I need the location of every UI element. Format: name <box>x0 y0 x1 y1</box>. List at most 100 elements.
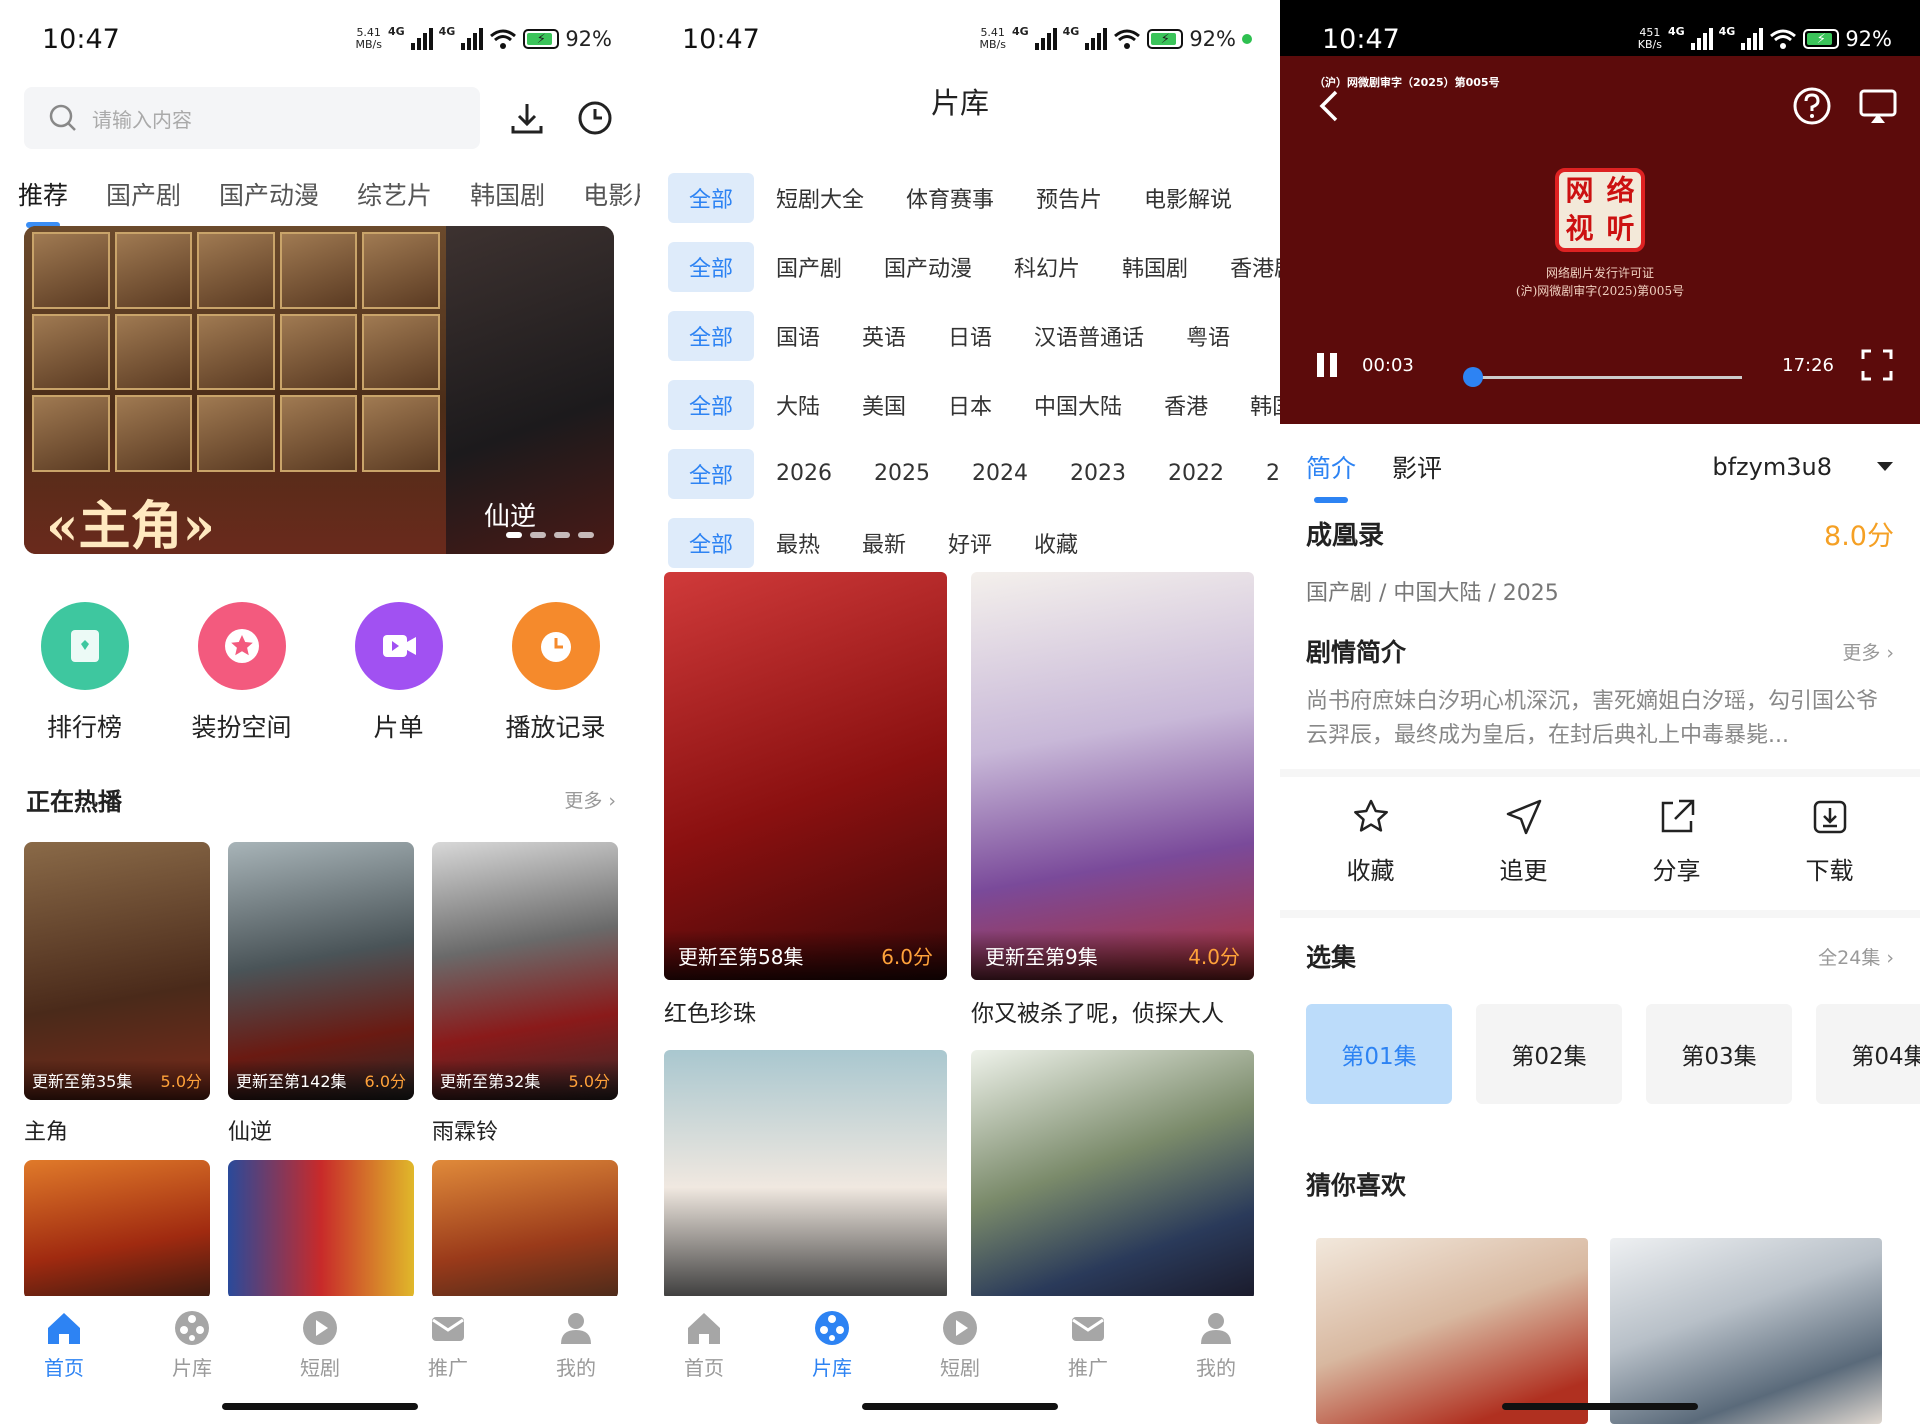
quick-playlist[interactable]: 片单 <box>324 602 474 744</box>
filter-option[interactable]: 中国大陆 <box>1034 389 1122 421</box>
back-icon[interactable] <box>1316 88 1342 124</box>
filter-option[interactable]: 2023 <box>1070 461 1126 486</box>
tab-domestic-anime[interactable]: 国产动漫 <box>219 176 319 212</box>
download-button[interactable] <box>506 97 548 139</box>
recommend-poster[interactable] <box>1610 1238 1882 1424</box>
history-button[interactable] <box>574 97 616 139</box>
filter-option[interactable]: 汉语普通话 <box>1034 320 1144 352</box>
filter-all[interactable]: 全部 <box>668 241 754 292</box>
poster-card[interactable] <box>664 1050 947 1300</box>
filter-option[interactable]: 粤语 <box>1186 320 1230 352</box>
poster-card[interactable]: 更新至第32集 5.0分 雨霖铃 <box>432 842 618 1146</box>
follow-button[interactable]: 追更 <box>1464 797 1584 886</box>
poster-card[interactable] <box>24 1160 210 1300</box>
tab-variety[interactable]: 综艺片 <box>357 176 432 212</box>
filter-all[interactable]: 全部 <box>668 448 754 499</box>
poster-card[interactable]: 更新至第58集 6.0分 红色珍珠 <box>664 572 947 1028</box>
banner-next-image[interactable]: 仙逆 <box>446 226 614 554</box>
pause-icon[interactable] <box>1314 350 1340 380</box>
download-button[interactable]: 下载 <box>1770 797 1890 886</box>
page-title: 片库 <box>930 86 989 120</box>
episodes-all-link[interactable]: 全24集 › <box>1818 943 1894 970</box>
help-icon[interactable] <box>1792 86 1832 126</box>
filter-option[interactable]: 预告片 <box>1036 182 1102 214</box>
filter-option[interactable]: 香港 <box>1164 389 1208 421</box>
episode-button[interactable]: 第03集 <box>1646 1004 1792 1104</box>
film-reel-icon <box>815 1311 849 1345</box>
hot-section-title: 正在热播 <box>26 788 122 816</box>
filter-option[interactable]: 国产动漫 <box>884 251 972 283</box>
filter-all[interactable]: 全部 <box>668 310 754 361</box>
filter-option[interactable]: 美国 <box>862 389 906 421</box>
filter-option[interactable]: 最新 <box>862 527 906 559</box>
filter-option[interactable]: 英语 <box>862 320 906 352</box>
quick-history[interactable]: 播放记录 <box>481 602 631 744</box>
status-time: 10:47 <box>682 23 760 55</box>
tab-reviews[interactable]: 影评 <box>1392 449 1442 485</box>
filter-option[interactable]: 电影解说 <box>1144 182 1232 214</box>
filter-all[interactable]: 全部 <box>668 517 754 568</box>
filter-row-region: 全部 大陆 美国 日本 中国大陆 香港 韩国 <box>668 370 1280 439</box>
poster-caption: 更新至第35集 5.0分 <box>24 1060 210 1100</box>
filter-option[interactable]: 收藏 <box>1034 527 1078 559</box>
nav-home[interactable]: 首页 <box>654 1308 754 1424</box>
nav-home[interactable]: 首页 <box>14 1308 114 1424</box>
poster-card[interactable]: 更新至第35集 5.0分 主角 <box>24 842 210 1146</box>
hot-more-link[interactable]: 更多 › <box>564 786 616 813</box>
nav-me[interactable]: 我的 <box>1166 1308 1266 1424</box>
filter-option[interactable]: 日本 <box>948 389 992 421</box>
poster-card[interactable]: 更新至第9集 4.0分 你又被杀了呢，侦探大人 <box>971 572 1254 1028</box>
banner-image[interactable]: «主角» <box>24 226 446 554</box>
filter-option[interactable]: 2024 <box>972 461 1028 486</box>
poster-card[interactable]: 更新至第142集 6.0分 仙逆 <box>228 842 414 1146</box>
filter-option[interactable]: 香港剧 <box>1230 251 1280 283</box>
banner-carousel[interactable]: «主角» 仙逆 <box>24 226 614 554</box>
filter-option[interactable]: 2026 <box>776 461 832 486</box>
filter-option[interactable]: 韩国剧 <box>1122 251 1188 283</box>
progress-handle[interactable] <box>1462 367 1483 387</box>
filter-option[interactable]: 2025 <box>874 461 930 486</box>
episode-button[interactable]: 第02集 <box>1476 1004 1622 1104</box>
gesture-bar <box>862 1403 1058 1410</box>
video-player[interactable]: （沪）网微剧审字（2025）第005号 网 络 视 听 网络剧片发行许可证 (沪… <box>1280 56 1920 424</box>
filter-all[interactable]: 全部 <box>668 379 754 430</box>
tab-domestic-drama[interactable]: 国产剧 <box>106 176 181 212</box>
poster-card[interactable] <box>228 1160 414 1300</box>
synopsis-title: 剧情简介 <box>1306 638 1407 667</box>
filter-option[interactable]: 体育赛事 <box>906 182 994 214</box>
search-input[interactable]: 请输入内容 <box>24 87 481 149</box>
poster-card[interactable] <box>971 1050 1254 1300</box>
quick-ranking[interactable]: 排行榜 <box>10 602 160 744</box>
episode-button[interactable]: 第04集 <box>1816 1004 1920 1104</box>
filter-option[interactable]: 最热 <box>776 527 820 559</box>
tab-korean-drama[interactable]: 韩国剧 <box>470 176 545 212</box>
filter-option[interactable]: 国产剧 <box>776 251 842 283</box>
tab-recommend[interactable]: 推荐 <box>18 176 68 228</box>
synopsis-more-link[interactable]: 更多 › <box>1842 638 1894 665</box>
recommend-poster[interactable] <box>1316 1238 1588 1424</box>
tab-movie[interactable]: 电影片 <box>583 176 640 212</box>
tab-intro[interactable]: 简介 <box>1306 449 1356 503</box>
filter-option[interactable]: 日语 <box>948 320 992 352</box>
source-select[interactable]: bfzym3u8 <box>1712 453 1894 481</box>
progress-track[interactable] <box>1472 376 1742 379</box>
fullscreen-icon[interactable] <box>1860 348 1894 382</box>
signal-icon <box>1741 28 1764 50</box>
filter-option[interactable]: 大陆 <box>776 389 820 421</box>
filter-all[interactable]: 全部 <box>668 172 754 223</box>
filter-option[interactable]: 科幻片 <box>1014 251 1080 283</box>
episode-button[interactable]: 第01集 <box>1306 1004 1452 1104</box>
filter-option[interactable]: 2021 <box>1266 461 1280 486</box>
library-screen: 10:47 5.41 MB/s 4G 4G ⚡ 92% 片库 全部 短剧大全 体育… <box>640 0 1280 1424</box>
filter-option[interactable]: 韩国 <box>1250 389 1280 421</box>
filter-option[interactable]: 短剧大全 <box>776 182 864 214</box>
cast-icon[interactable] <box>1858 86 1898 126</box>
nav-me[interactable]: 我的 <box>526 1308 626 1424</box>
share-button[interactable]: 分享 <box>1617 797 1737 886</box>
favorite-button[interactable]: 收藏 <box>1311 797 1431 886</box>
poster-card[interactable] <box>432 1160 618 1300</box>
filter-option[interactable]: 2022 <box>1168 461 1224 486</box>
quick-dressup[interactable]: 装扮空间 <box>167 602 317 744</box>
filter-option[interactable]: 好评 <box>948 527 992 559</box>
filter-option[interactable]: 国语 <box>776 320 820 352</box>
